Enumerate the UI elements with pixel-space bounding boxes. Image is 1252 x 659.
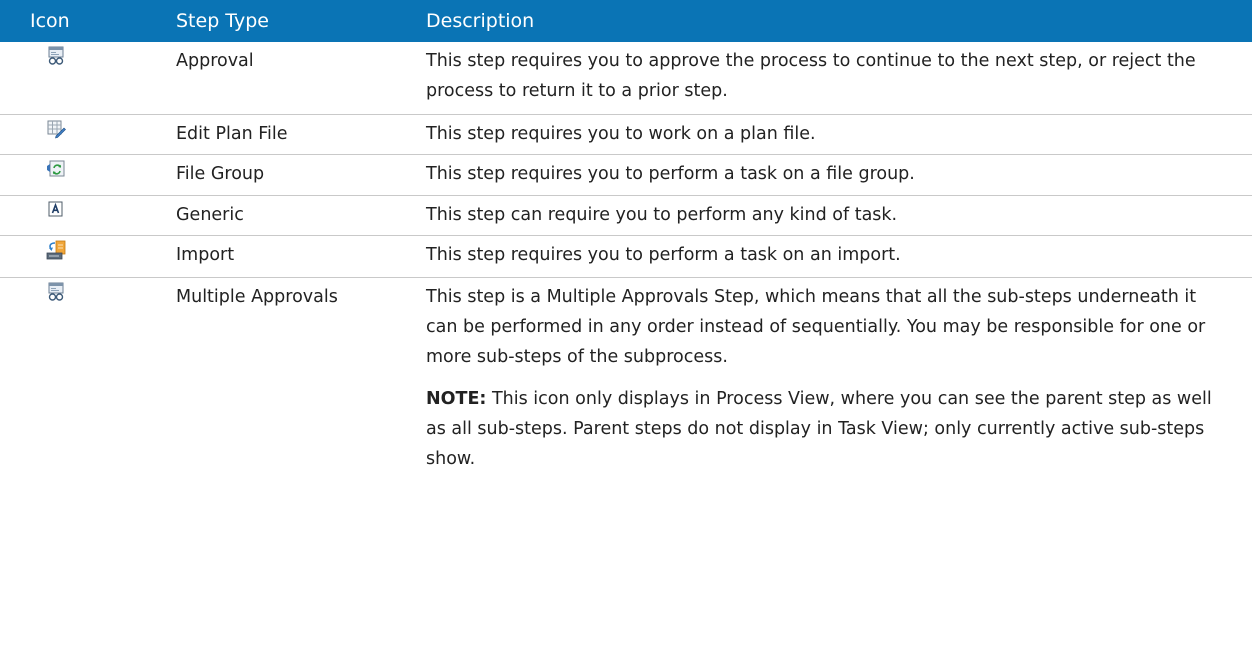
note-label: NOTE:	[426, 388, 487, 409]
table-row: Edit Plan File This step requires you to…	[0, 114, 1252, 154]
step-type-cell: File Group	[176, 163, 265, 184]
description-cell: This step requires you to approve the pr…	[426, 51, 1196, 101]
step-type-cell: Import	[176, 244, 235, 265]
generic-icon	[48, 201, 63, 216]
step-type-cell: Multiple Approvals	[176, 286, 338, 307]
note-text: This icon only displays in Process View,…	[426, 388, 1212, 469]
description-cell: This step is a Multiple Approvals Step, …	[426, 286, 1206, 367]
header-step-type: Step Type	[176, 10, 269, 32]
edit-plan-file-icon	[47, 120, 66, 138]
step-type-cell: Approval	[176, 51, 254, 71]
step-types-table: Icon Step Type Description Approval This…	[0, 0, 1252, 478]
description-cell: This step requires you to perform a task…	[426, 163, 915, 184]
file-group-icon	[47, 160, 65, 176]
description-cell: This step can require you to perform any…	[426, 204, 898, 225]
step-type-cell: Generic	[176, 204, 244, 225]
multiple-approvals-icon	[48, 282, 64, 301]
table-row: Multiple Approvals This step is a Multip…	[0, 277, 1252, 478]
header-icon: Icon	[30, 10, 70, 32]
note-paragraph: NOTE: This icon only displays in Process…	[426, 384, 1232, 474]
description-cell: This step requires you to perform a task…	[426, 244, 901, 265]
header-description: Description	[426, 10, 535, 32]
table-row: Import This step requires you to perform…	[0, 235, 1252, 277]
approval-icon	[48, 46, 64, 65]
table-row: Approval This step requires you to appro…	[0, 42, 1252, 114]
table-row: Generic This step can require you to per…	[0, 195, 1252, 235]
table-header-row: Icon Step Type Description	[0, 0, 1252, 42]
table-row: File Group This step requires you to per…	[0, 154, 1252, 195]
step-type-cell: Edit Plan File	[176, 123, 288, 144]
description-cell: This step requires you to work on a plan…	[426, 123, 816, 144]
import-icon	[46, 240, 66, 259]
